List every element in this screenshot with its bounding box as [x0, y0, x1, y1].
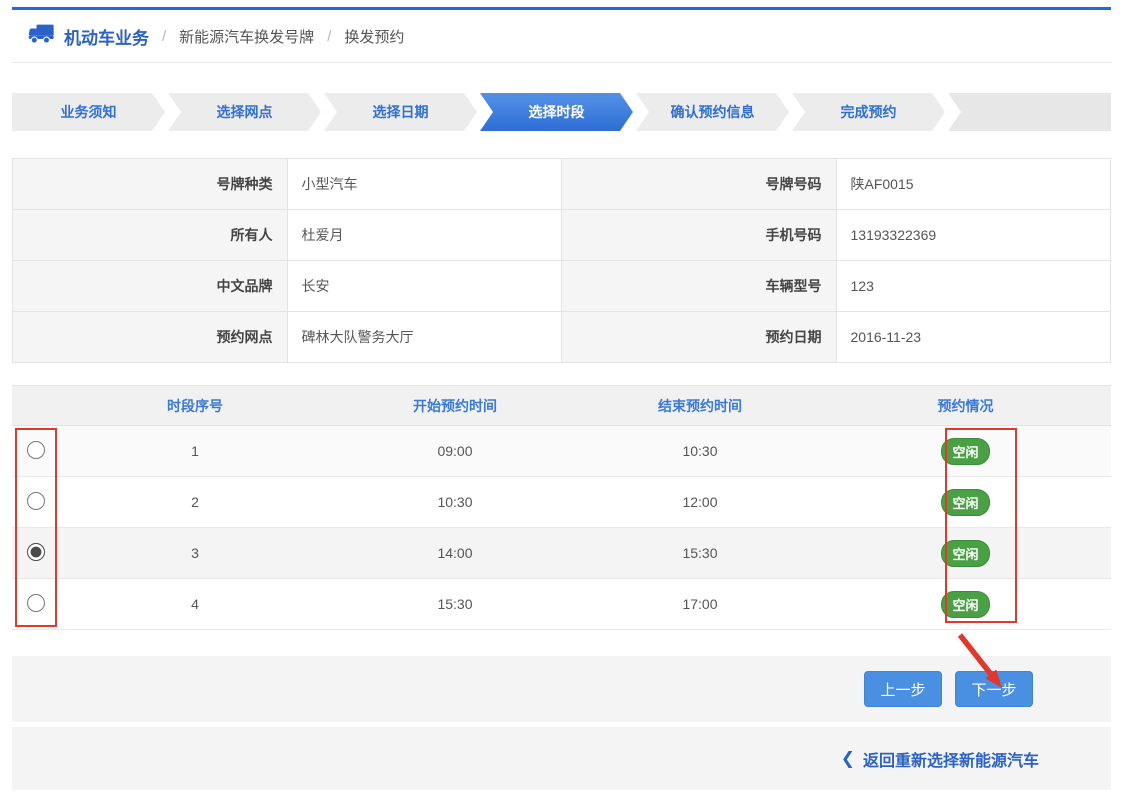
wizard-step-notice[interactable]: 业务须知 — [12, 93, 165, 131]
timeslot-table: 时段序号 开始预约时间 结束预约时间 预约情况 1 09:00 10:30 空闲… — [12, 385, 1111, 630]
status-badge: 空闲 — [941, 540, 989, 567]
back-to-vehicle-select-link[interactable]: ❮ 返回重新选择新能源汽车 — [841, 747, 1039, 771]
back-link-label: 返回重新选择新能源汽车 — [863, 747, 1039, 771]
table-row: 预约网点 碑林大队警务大厅 预约日期 2016-11-23 — [13, 312, 1111, 363]
breadcrumb-root[interactable]: 机动车业务 — [64, 24, 149, 49]
detail-label: 车辆型号 — [562, 261, 837, 312]
column-header-status: 预约情况 — [820, 386, 1111, 426]
detail-value: 2016-11-23 — [836, 312, 1111, 363]
back-link-bar: ❮ 返回重新选择新能源汽车 — [12, 727, 1111, 790]
detail-value: 长安 — [287, 261, 562, 312]
timeslot-row-4[interactable]: 4 15:30 17:00 空闲 — [12, 579, 1111, 630]
slot-seq: 2 — [60, 477, 330, 528]
detail-value: 杜爱月 — [287, 210, 562, 261]
truck-icon — [28, 23, 55, 49]
slot-end-time: 15:30 — [580, 528, 820, 579]
breadcrumb: 机动车业务 / 新能源汽车换发号牌 / 换发预约 — [12, 10, 1111, 63]
detail-value: 123 — [836, 261, 1111, 312]
timeslot-row-2[interactable]: 2 10:30 12:00 空闲 — [12, 477, 1111, 528]
timeslot-row-1[interactable]: 1 09:00 10:30 空闲 — [12, 426, 1111, 477]
reservation-details-table: 号牌种类 小型汽车 号牌号码 陕AF0015 所有人 杜爱月 手机号码 1319… — [12, 158, 1111, 363]
chevron-left-icon: ❮ — [841, 749, 855, 769]
slot-end-time: 10:30 — [580, 426, 820, 477]
table-row: 所有人 杜爱月 手机号码 13193322369 — [13, 210, 1111, 261]
slot-start-time: 09:00 — [330, 426, 580, 477]
detail-label: 所有人 — [13, 210, 288, 261]
wizard-step-confirm[interactable]: 确认预约信息 — [636, 93, 789, 131]
wizard-filler — [948, 93, 1111, 131]
timeslot-radio-4[interactable] — [27, 594, 45, 612]
detail-value: 陕AF0015 — [836, 159, 1111, 210]
actions-bar: 上一步 下一步 — [12, 656, 1111, 722]
timeslot-radio-3-selected[interactable] — [27, 543, 45, 561]
detail-label: 中文品牌 — [13, 261, 288, 312]
detail-value: 碑林大队警务大厅 — [287, 312, 562, 363]
breadcrumb-separator: / — [149, 28, 179, 45]
detail-label: 手机号码 — [562, 210, 837, 261]
slot-seq: 3 — [60, 528, 330, 579]
status-badge: 空闲 — [941, 591, 989, 618]
breadcrumb-item-current: 换发预约 — [344, 26, 404, 47]
status-badge: 空闲 — [941, 489, 989, 516]
slot-end-time: 17:00 — [580, 579, 820, 630]
wizard-step-done[interactable]: 完成预约 — [792, 93, 945, 131]
slot-start-time: 15:30 — [330, 579, 580, 630]
table-row: 中文品牌 长安 车辆型号 123 — [13, 261, 1111, 312]
wizard-step-site[interactable]: 选择网点 — [168, 93, 321, 131]
slot-end-time: 12:00 — [580, 477, 820, 528]
detail-label: 预约网点 — [13, 312, 288, 363]
detail-label: 号牌种类 — [13, 159, 288, 210]
detail-label: 预约日期 — [562, 312, 837, 363]
table-row: 号牌种类 小型汽车 号牌号码 陕AF0015 — [13, 159, 1111, 210]
column-header-seq: 时段序号 — [60, 386, 330, 426]
next-step-button[interactable]: 下一步 — [955, 671, 1033, 707]
detail-value: 13193322369 — [836, 210, 1111, 261]
column-header-end: 结束预约时间 — [580, 386, 820, 426]
timeslot-row-3-selected[interactable]: 3 14:00 15:30 空闲 — [12, 528, 1111, 579]
page: 机动车业务 / 新能源汽车换发号牌 / 换发预约 业务须知 选择网点 选择日期 … — [0, 0, 1123, 801]
detail-label: 号牌号码 — [562, 159, 837, 210]
slot-start-time: 10:30 — [330, 477, 580, 528]
wizard-step-date[interactable]: 选择日期 — [324, 93, 477, 131]
prev-step-button[interactable]: 上一步 — [864, 671, 942, 707]
breadcrumb-separator: / — [314, 28, 344, 45]
breadcrumb-item-category[interactable]: 新能源汽车换发号牌 — [179, 26, 314, 47]
detail-value: 小型汽车 — [287, 159, 562, 210]
timeslot-radio-1[interactable] — [27, 441, 45, 459]
radio-column-header — [12, 386, 60, 426]
column-header-start: 开始预约时间 — [330, 386, 580, 426]
slot-start-time: 14:00 — [330, 528, 580, 579]
step-wizard: 业务须知 选择网点 选择日期 选择时段 确认预约信息 完成预约 — [12, 93, 1111, 131]
status-badge: 空闲 — [941, 438, 989, 465]
slot-seq: 4 — [60, 579, 330, 630]
wizard-step-timeslot-active[interactable]: 选择时段 — [480, 93, 633, 131]
timeslot-header-row: 时段序号 开始预约时间 结束预约时间 预约情况 — [12, 386, 1111, 426]
timeslot-radio-2[interactable] — [27, 492, 45, 510]
slot-seq: 1 — [60, 426, 330, 477]
